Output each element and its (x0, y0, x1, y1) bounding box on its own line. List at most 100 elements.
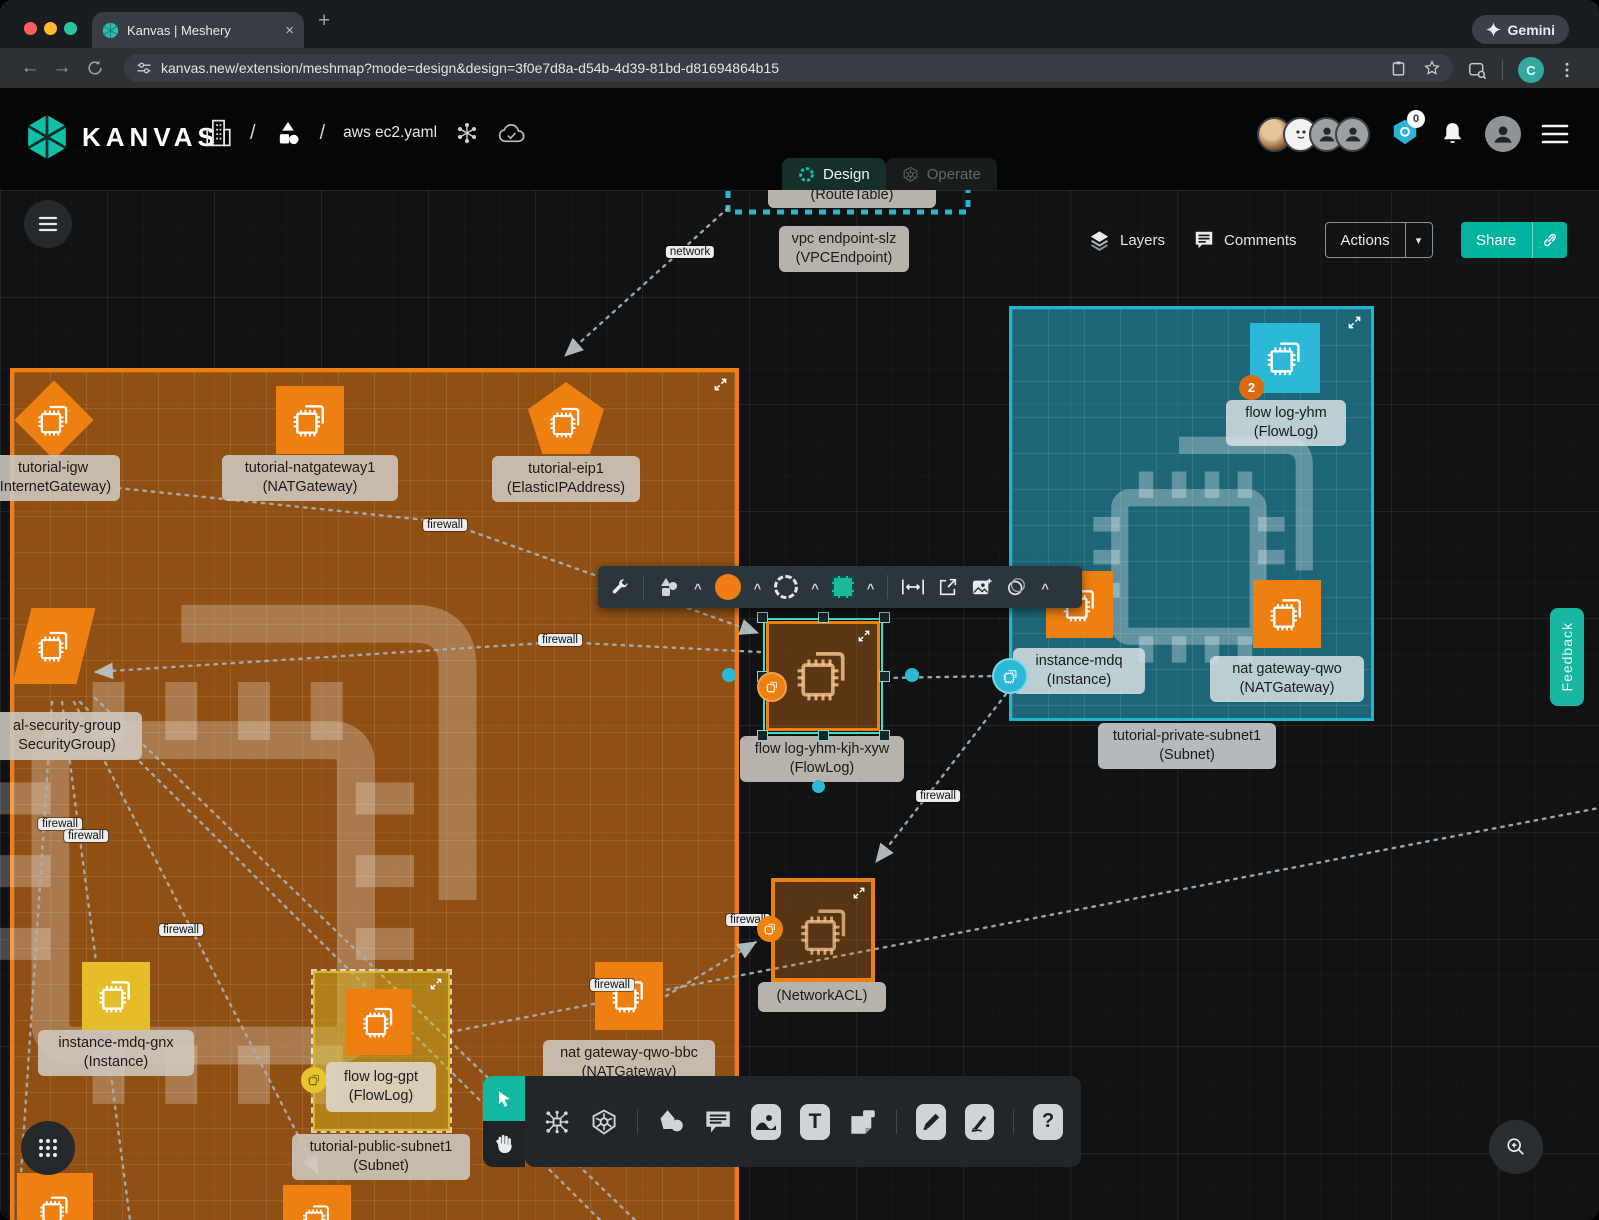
address-bar[interactable]: kanvas.new/extension/meshmap?mode=design… (124, 54, 1453, 82)
node-label-igw[interactable]: tutorial-igw(InternetGateway) (0, 455, 120, 501)
node-label-instance-gnx[interactable]: instance-mdq-gnx(Instance) (38, 1030, 194, 1076)
design-file-name[interactable]: aws ec2.yaml (343, 124, 437, 142)
fill-color-swatch[interactable] (715, 574, 741, 600)
selection-handle[interactable] (879, 671, 890, 682)
tab-search-icon[interactable] (1468, 61, 1487, 80)
edge-label-firewall[interactable]: firewall (590, 979, 634, 991)
chevron-up-icon[interactable]: ^ (694, 581, 702, 596)
node-label-flowlog-selected[interactable]: flow log-yhm-kjh-xyw(FlowLog) (740, 736, 904, 782)
shape-fill-tool[interactable] (832, 576, 854, 598)
comments-button[interactable]: Comments (1193, 229, 1297, 251)
flowlog-yhm-count-badge[interactable]: 2 (1239, 375, 1264, 400)
share-button[interactable]: Share (1461, 222, 1567, 258)
cluster-status[interactable]: 0 (1390, 117, 1420, 152)
forward-button[interactable]: → (46, 57, 78, 79)
tab-close-icon[interactable]: × (285, 22, 294, 39)
chevron-up-icon[interactable]: ^ (1041, 581, 1049, 596)
profile-avatar[interactable]: C (1518, 57, 1544, 83)
node-label-flowlog-yhm[interactable]: flow log-yhm(FlowLog) (1226, 400, 1346, 446)
edge-label-firewall[interactable]: firewall (159, 924, 203, 936)
add-image-icon[interactable] (971, 577, 993, 597)
user-avatar[interactable] (1485, 116, 1521, 152)
save-clipboard-icon[interactable] (1390, 60, 1407, 77)
node-cut-bottom-left[interactable] (17, 1173, 93, 1220)
pencil-tool-icon[interactable] (965, 1104, 995, 1140)
network-acl-badge-icon[interactable] (757, 916, 783, 942)
connection-port-right[interactable] (905, 668, 919, 682)
collapse-resize-icon[interactable] (853, 887, 865, 899)
pen-tool-icon[interactable] (916, 1104, 946, 1140)
design-canvas[interactable]: (RouteTable) vpc endpoint-slz (VPCEndpoi… (0, 190, 1599, 1220)
image-tool-icon[interactable] (751, 1104, 781, 1140)
shapes-tool-icon[interactable] (657, 575, 681, 599)
node-label-natgateway1[interactable]: tutorial-natgateway1(NATGateway) (222, 455, 398, 501)
tab-operate[interactable]: Operate (886, 158, 997, 190)
organization-icon[interactable] (205, 118, 232, 148)
node-nat-gateway-bbc[interactable] (595, 962, 663, 1030)
node-cut-bottom-center[interactable] (283, 1185, 351, 1220)
select-cursor-tool[interactable] (483, 1076, 525, 1121)
subnet-connection-port[interactable] (992, 658, 1028, 694)
actions-button[interactable]: Actions ▾ (1325, 222, 1433, 258)
layers-button[interactable]: Layers (1088, 229, 1165, 252)
connection-port-left[interactable] (722, 668, 736, 682)
cloud-sync-icon[interactable] (497, 121, 526, 145)
text-tool-icon[interactable]: T (800, 1104, 830, 1140)
border-style-tool[interactable] (774, 575, 798, 599)
meshery-components-icon[interactable] (543, 1105, 571, 1139)
node-label-routetable[interactable]: (RouteTable) (768, 190, 936, 208)
selection-handle[interactable] (879, 612, 890, 623)
collapse-resize-icon[interactable] (1348, 316, 1361, 329)
node-label-public-subnet[interactable]: tutorial-public-subnet1(Subnet) (292, 1134, 470, 1180)
notifications-bell-icon[interactable] (1440, 121, 1465, 148)
collaborator-avatar-2[interactable] (1335, 117, 1370, 152)
site-settings-icon[interactable] (136, 60, 152, 76)
collaborator-avatars[interactable] (1266, 117, 1370, 152)
node-flowlog-gpt[interactable] (346, 989, 412, 1055)
reload-button[interactable] (86, 59, 104, 77)
new-tab-button[interactable]: + (318, 9, 330, 33)
node-nat-gateway-qwo[interactable] (1253, 580, 1321, 648)
workspace-shapes-icon[interactable] (274, 119, 302, 147)
window-close-button[interactable] (24, 22, 37, 35)
pan-hand-tool[interactable] (483, 1121, 525, 1167)
node-network-acl[interactable] (771, 878, 875, 982)
selection-handle[interactable] (818, 730, 829, 741)
node-label-eip1[interactable]: tutorial-eip1(ElasticIPAddress) (492, 456, 640, 502)
design-schematic-icon[interactable] (455, 121, 479, 145)
resize-width-icon[interactable] (901, 577, 925, 597)
node-nat-gateway-1[interactable] (276, 386, 344, 454)
window-zoom-button[interactable] (64, 22, 77, 35)
node-instance-gnx[interactable] (82, 962, 150, 1030)
kubernetes-components-icon[interactable] (590, 1105, 618, 1139)
configure-wrench-icon[interactable] (610, 577, 630, 597)
chevron-up-icon[interactable]: ^ (811, 581, 819, 596)
node-label-private-subnet[interactable]: tutorial-private-subnet1(Subnet) (1098, 723, 1276, 769)
node-label-flowlog-gpt[interactable]: flow log-gpt(FlowLog) (326, 1062, 436, 1112)
gemini-button[interactable]: Gemini (1472, 15, 1569, 44)
node-label-networkacl[interactable]: (NetworkACL) (758, 982, 886, 1012)
edge-label-firewall[interactable]: firewall (423, 519, 467, 531)
apps-grid-button[interactable] (21, 1121, 75, 1175)
feedback-tab[interactable]: Feedback (1550, 608, 1584, 706)
chevron-up-icon[interactable]: ^ (867, 581, 875, 596)
edge-label-firewall[interactable]: firewall (38, 818, 82, 830)
node-label-natgateway-qwo[interactable]: nat gateway-qwo(NATGateway) (1210, 656, 1364, 702)
selection-handle[interactable] (879, 730, 890, 741)
help-tool-icon[interactable]: ? (1033, 1104, 1063, 1140)
node-label-instance-mdq[interactable]: instance-mdq(Instance) (1013, 648, 1145, 694)
actions-dropdown-icon[interactable]: ▾ (1405, 223, 1432, 257)
edge-label-firewall[interactable]: firewall (538, 634, 582, 646)
flowlog-selected-badge-icon[interactable] (757, 672, 787, 702)
browser-tab[interactable]: Kanvas | Meshery × (92, 12, 304, 48)
window-minimize-button[interactable] (44, 22, 57, 35)
selection-handle[interactable] (757, 612, 768, 623)
edge-label-network[interactable]: network (666, 246, 714, 258)
selection-handle[interactable] (757, 730, 768, 741)
shapes-palette-icon[interactable] (657, 1105, 685, 1139)
connection-port-bottom[interactable] (812, 780, 825, 793)
share-link-icon[interactable] (1532, 222, 1567, 258)
collapse-resize-icon[interactable] (714, 378, 727, 391)
collapse-resize-icon[interactable] (858, 630, 870, 642)
canvas-menu-button[interactable] (24, 200, 72, 248)
